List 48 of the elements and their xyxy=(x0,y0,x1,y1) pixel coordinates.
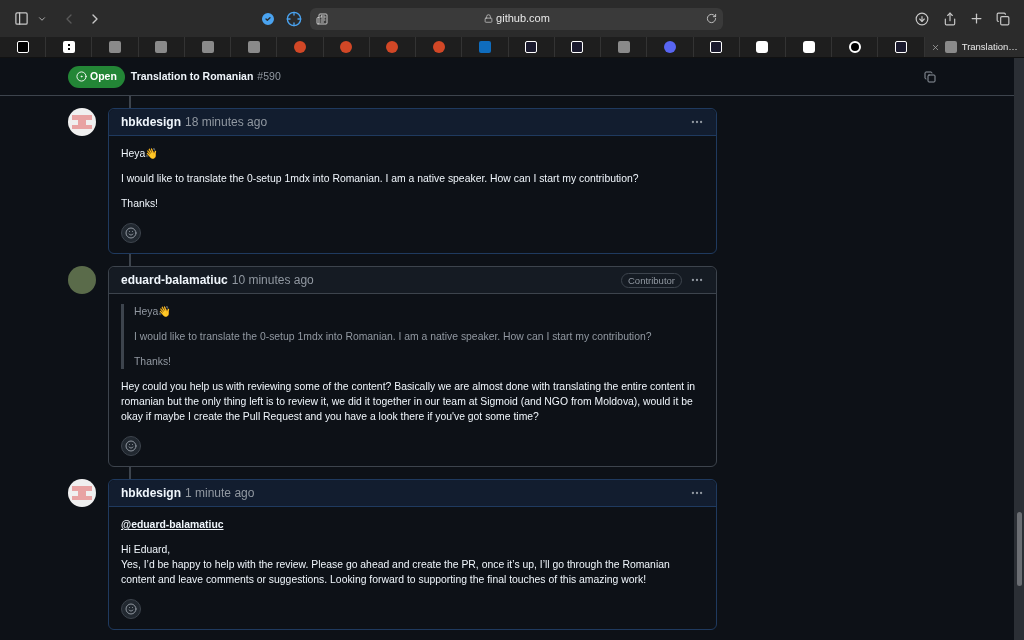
reaction-button[interactable] xyxy=(121,599,141,619)
avatar[interactable] xyxy=(68,479,96,507)
quote-text: Thanks! xyxy=(134,355,172,369)
avatar[interactable] xyxy=(68,108,96,136)
close-icon[interactable] xyxy=(930,42,940,52)
issue-number: #590 xyxy=(257,68,281,84)
address-text: github.com xyxy=(496,11,550,27)
comment-text: Hi Eduard, Yes, I’d be happy to help with the review. Please go ahead and create the PR, once it’s up, I’ll go through the Romanian content and leave comments or suggestions. Looking forward to supporting the final touches of this amazing work! xyxy=(121,543,671,587)
status-badge: Open xyxy=(68,65,125,88)
tile-icon xyxy=(617,41,630,53)
comment-text: Thanks! xyxy=(121,197,159,211)
avatar-photo[interactable] xyxy=(68,266,96,294)
new-tab-icon[interactable] xyxy=(969,11,984,26)
tile-icon xyxy=(247,41,260,53)
address-field[interactable]: github.com xyxy=(310,7,723,30)
browser-tab[interactable]: Translation… xyxy=(924,37,1024,57)
comment-text: Hey could you help us with reviewing some of the content? Basically we are almost done with translating the entire content in romanian but the only thing left is to review it, we did it together in our team at Sigmoid (and NGO from Moldova), would it be okay if maybe I create the Pull Request and you have a look there if you've got some time? xyxy=(121,380,697,424)
reaction-button[interactable] xyxy=(121,223,141,243)
reader-icon[interactable] xyxy=(316,12,328,25)
share-icon[interactable] xyxy=(943,11,957,26)
comment-author[interactable]: hbkdesign xyxy=(121,484,181,502)
download-icon[interactable] xyxy=(915,11,929,26)
copy-icon[interactable] xyxy=(924,70,936,83)
dots-icon xyxy=(62,41,75,53)
check-icon[interactable] xyxy=(260,10,276,27)
comment-author[interactable]: hbkdesign xyxy=(121,113,181,131)
comment-text: I would like to translate the 0-setup 1mdx into Romanian. I am a native speaker. How can I start my contribution? xyxy=(121,172,640,186)
issue-title: Translation to Romanian xyxy=(130,68,254,84)
tabs-overview-icon[interactable] xyxy=(996,11,1010,26)
comment-author[interactable]: eduard-balamatiuc xyxy=(121,271,228,289)
scrollbar-thumb[interactable] xyxy=(1016,512,1022,586)
ring-icon xyxy=(848,41,861,53)
tile-icon xyxy=(155,41,168,53)
comment-time[interactable]: 10 minutes ago xyxy=(231,271,314,289)
comment-text: Heya👋 xyxy=(121,147,160,161)
tile-icon xyxy=(201,41,214,53)
reaction-button[interactable] xyxy=(121,436,141,456)
tile-icon xyxy=(944,41,957,53)
comment-time[interactable]: 1 minute ago xyxy=(185,484,255,502)
tile-icon xyxy=(109,41,122,53)
crosshair-icon[interactable] xyxy=(286,10,302,27)
mention-link[interactable]: @eduard-balamatiuc xyxy=(121,519,224,530)
sidebar-icon[interactable] xyxy=(14,11,29,26)
reload-icon[interactable] xyxy=(706,13,717,24)
comment-time[interactable]: 18 minutes ago xyxy=(185,113,268,131)
quote-text: Heya👋 xyxy=(134,305,173,319)
quote-text: I would like to translate the 0-setup 1mdx into Romanian. I am a native speaker. How can I start my contribution? xyxy=(134,330,653,344)
lock-icon xyxy=(484,14,494,23)
